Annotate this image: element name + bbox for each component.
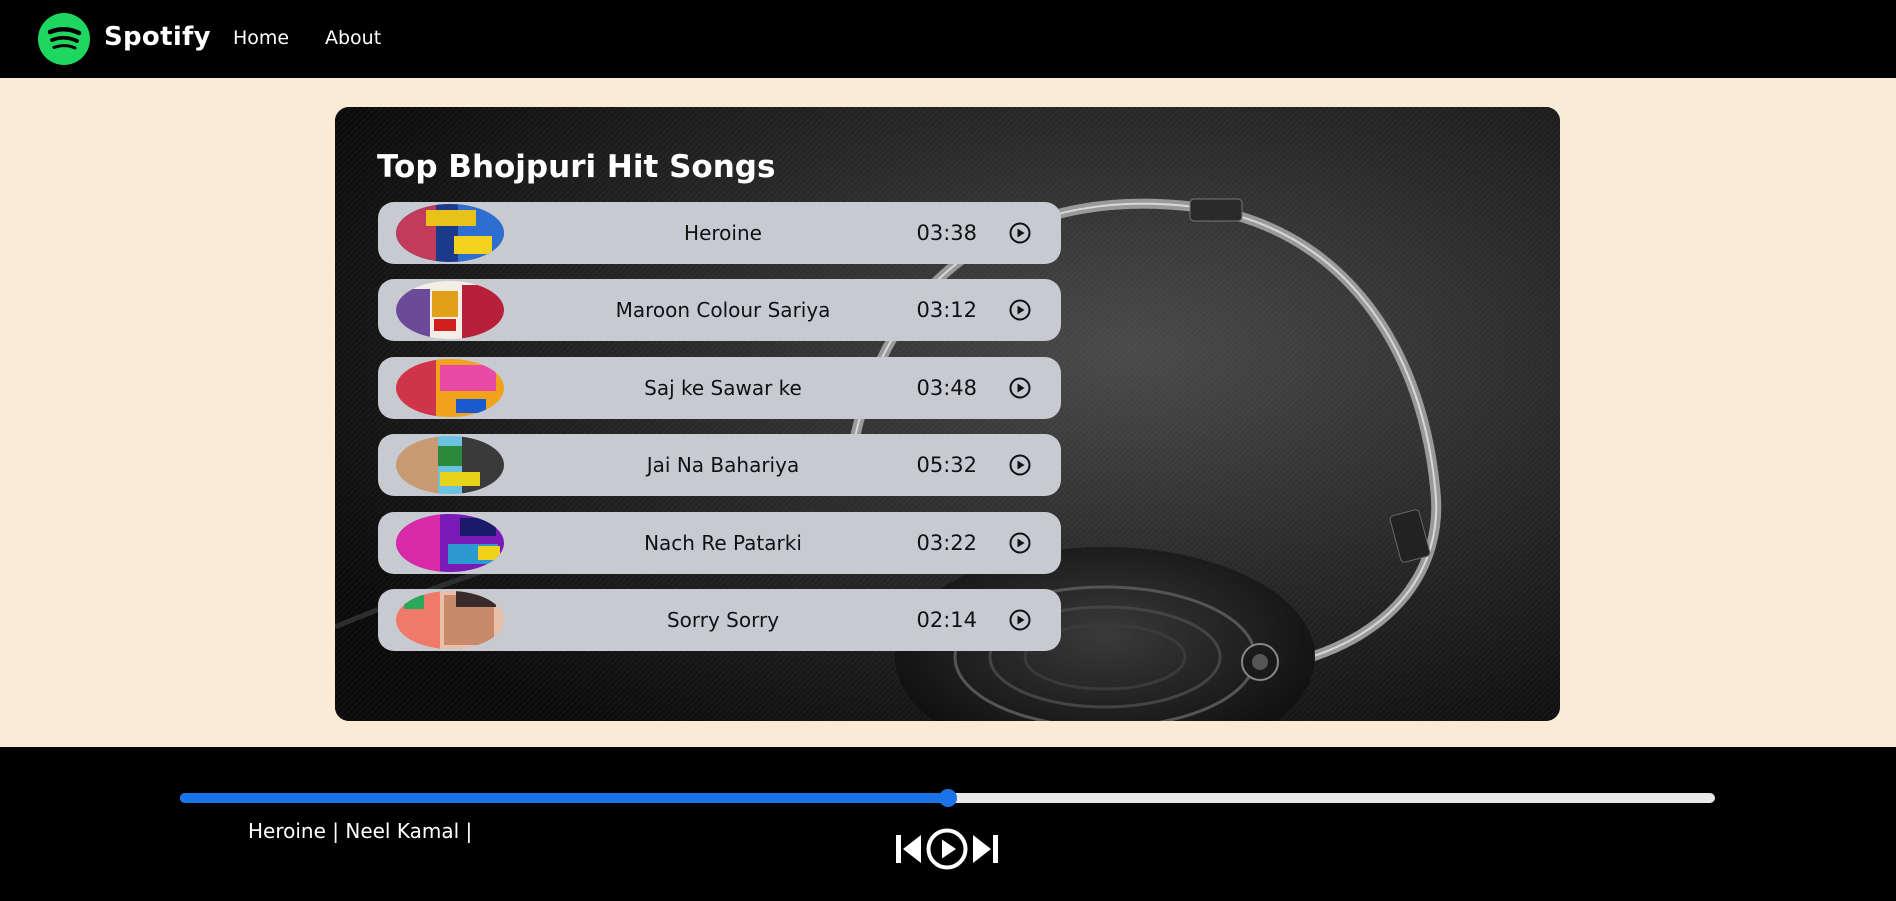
brand-name[interactable]: Spotify [104,22,211,52]
play-icon[interactable] [925,827,969,871]
song-title: Jai Na Bahariya [646,453,800,477]
song-title: Heroine [684,221,762,245]
song-cover-image [396,591,504,649]
song-title: Nach Re Patarki [644,531,802,555]
song-item-saj-ke-sawar-ke[interactable]: Saj ke Sawar ke 03:48 [378,357,1061,419]
song-duration: 02:14 [916,608,977,632]
song-title: Saj ke Sawar ke [644,376,802,400]
play-circle-icon[interactable] [1008,298,1032,322]
song-cover-image [396,359,504,417]
play-circle-icon[interactable] [1008,608,1032,632]
play-circle-icon[interactable] [1008,531,1032,555]
song-item-jai-na-bahariya[interactable]: Jai Na Bahariya 05:32 [378,434,1061,496]
spotify-logo-icon[interactable] [38,13,90,65]
song-item-nach-re-patarki[interactable]: Nach Re Patarki 03:22 [378,512,1061,574]
nav-link-home[interactable]: Home [233,27,289,49]
previous-icon[interactable] [893,827,923,871]
song-list-container: Top Bhojpuri Hit Songs Heroine 03:38 Mar… [335,107,1560,721]
song-item-sorry-sorry[interactable]: Sorry Sorry 02:14 [378,589,1061,651]
play-circle-icon[interactable] [1008,221,1032,245]
song-duration: 03:12 [916,298,977,322]
song-cover-image [396,281,504,339]
play-circle-icon[interactable] [1008,453,1032,477]
player-bar: Heroine | Neel Kamal | [0,747,1896,901]
play-circle-icon[interactable] [1008,376,1032,400]
song-duration: 05:32 [916,453,977,477]
song-cover-image [396,436,504,494]
song-item-heroine[interactable]: Heroine 03:38 [378,202,1061,264]
song-title: Sorry Sorry [666,608,780,632]
song-duration: 03:22 [916,531,977,555]
song-duration: 03:48 [916,376,977,400]
song-duration: 03:38 [916,221,977,245]
song-item-maroon-colour-sariya[interactable]: Maroon Colour Sariya 03:12 [378,279,1061,341]
song-cover-image [396,514,504,572]
nav-link-about[interactable]: About [325,27,381,49]
progress-fill [180,793,948,803]
now-playing-text: Heroine | Neel Kamal | [248,819,473,843]
song-title: Maroon Colour Sariya [615,298,831,322]
progress-bar[interactable] [180,789,1715,807]
navbar: Spotify Home About [0,0,1896,78]
next-icon[interactable] [971,827,1001,871]
progress-thumb[interactable] [938,789,957,807]
song-list-title: Top Bhojpuri Hit Songs [377,149,776,185]
song-cover-image [396,204,504,262]
